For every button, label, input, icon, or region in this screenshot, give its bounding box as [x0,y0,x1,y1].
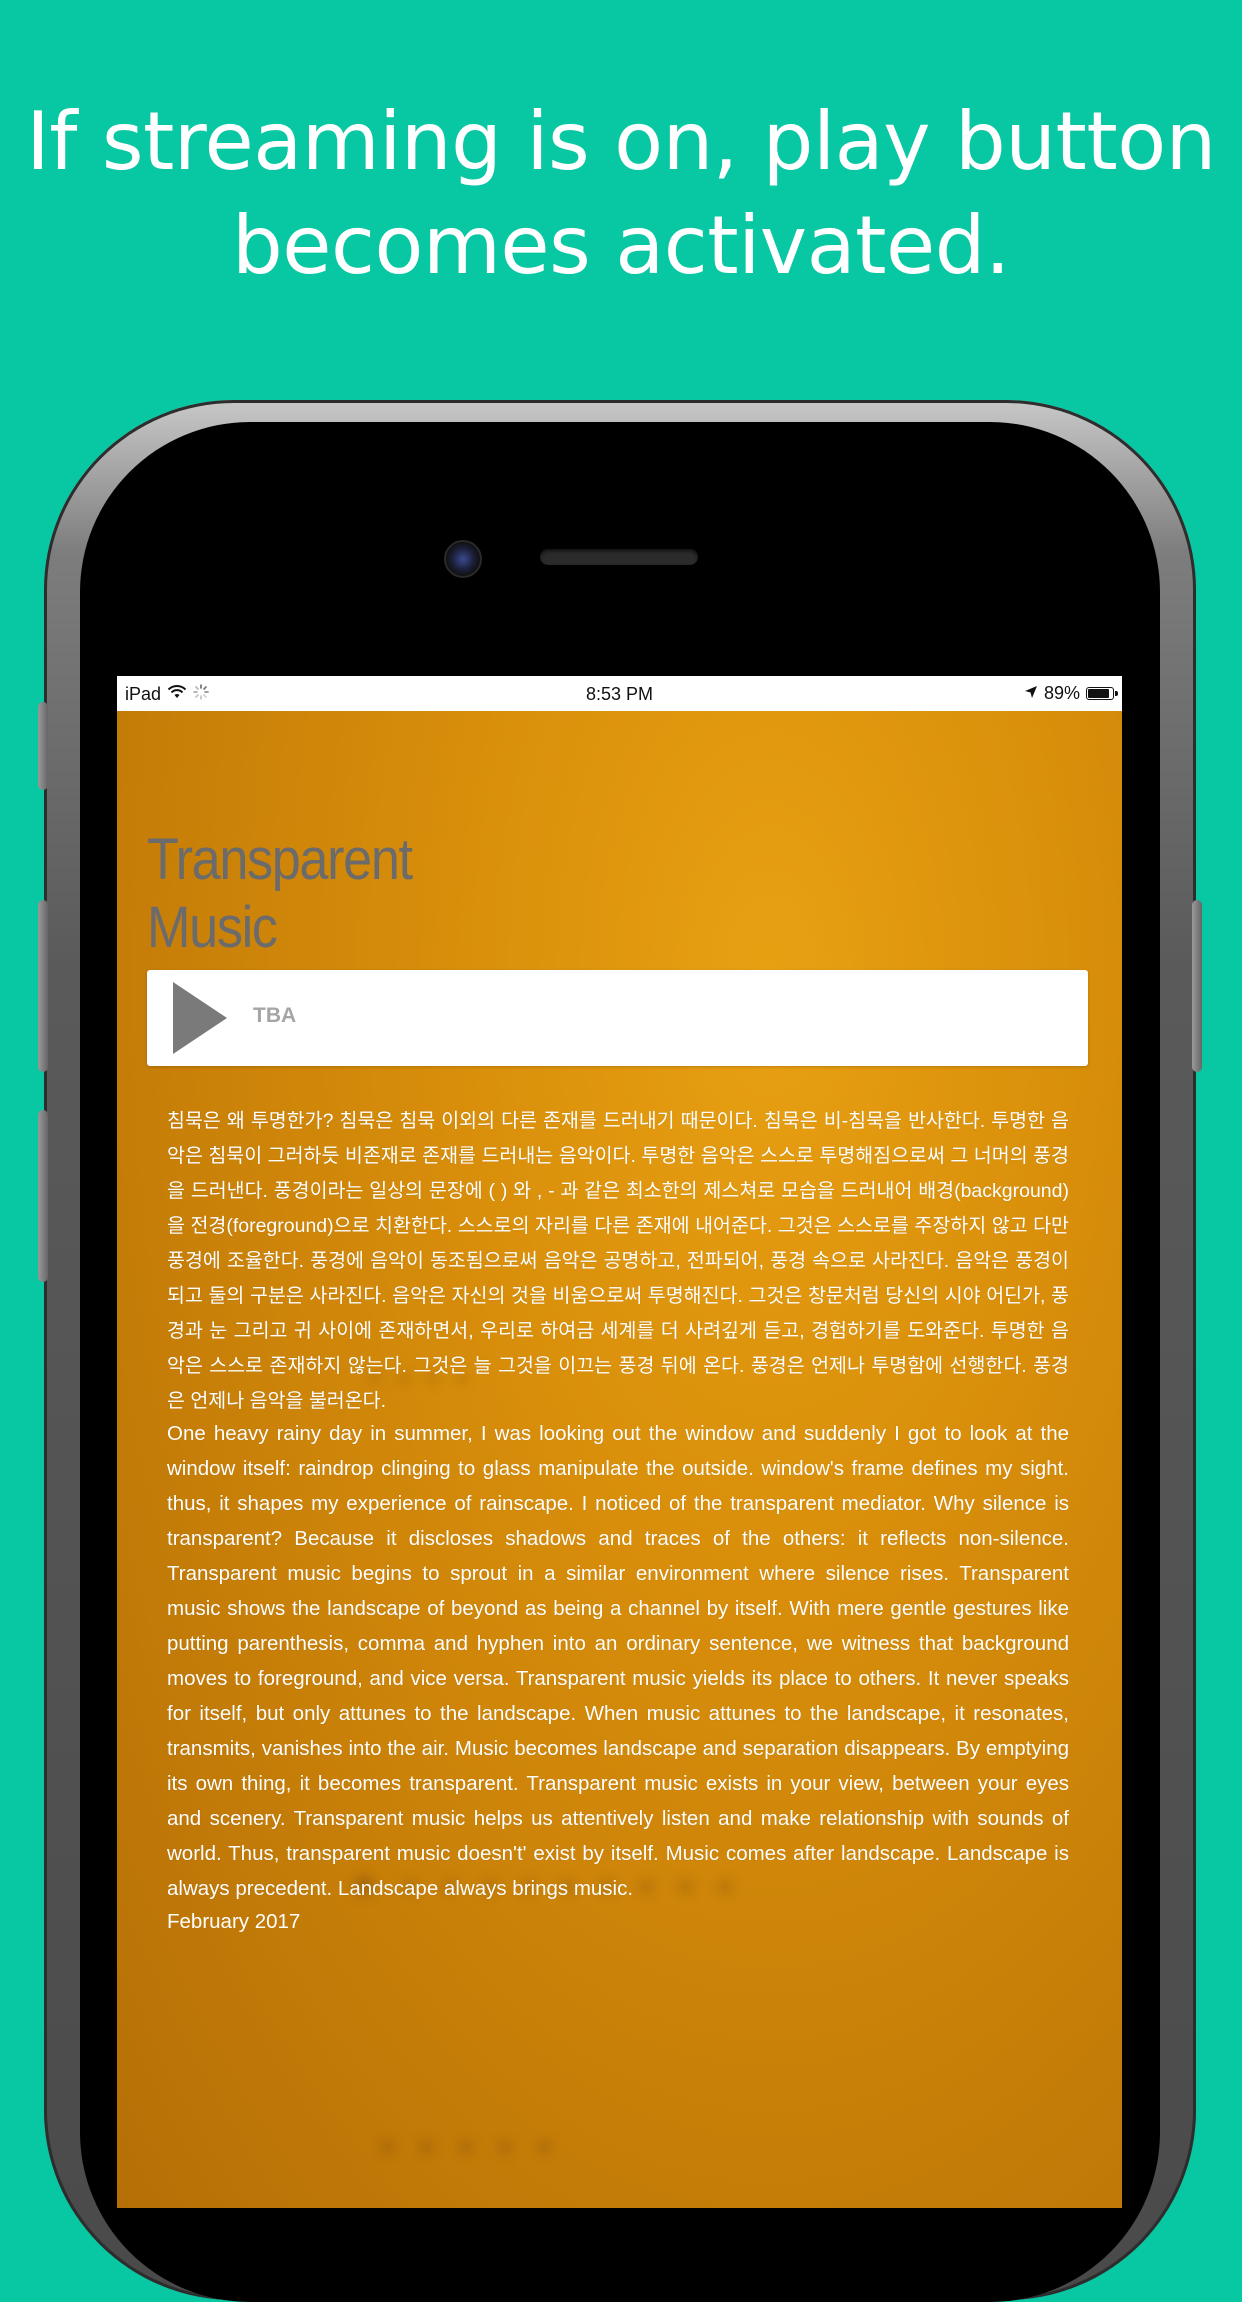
track-label: TBA [253,1004,297,1027]
marketing-headline: If streaming is on, play button becomes … [0,90,1242,298]
earpiece-speaker [540,549,698,565]
play-button[interactable] [171,980,229,1056]
app-title-line-1: Transparent [147,827,413,892]
korean-description: 침묵은 왜 투명한가? 침묵은 침묵 이외의 다른 존재를 드러내기 때문이다.… [167,1110,1069,1412]
battery-tip [1115,691,1118,696]
volume-down-button [38,1110,48,1282]
headline-line-2: becomes activated. [232,199,1010,292]
status-bar: iPad 8:53 PM 89% [117,676,1122,711]
audio-player-bar: TBA [147,970,1088,1066]
mute-switch [38,702,48,790]
background-blur-decoration: · · · · · [377,2116,555,2179]
power-button [1192,900,1202,1072]
device-screen: · · · · • · · · · · · · · · · · · · · iP… [117,676,1122,2208]
front-camera [444,540,482,578]
volume-up-button [38,900,48,1072]
headline-line-1: If streaming is on, play button [26,95,1216,188]
english-description: One heavy rainy day in summer, I was loo… [167,1422,1069,1900]
battery-icon [1086,687,1118,700]
publish-date: February 2017 [167,1910,301,1933]
location-arrow-icon [1024,683,1038,704]
app-title-line-2: Music [147,895,278,960]
app-title: Transparent Music [147,826,413,962]
battery-fill [1088,689,1110,698]
battery-percent: 89% [1043,683,1080,703]
status-right: 89% [1024,683,1118,704]
status-time: 8:53 PM [585,684,654,704]
play-icon[interactable] [171,980,229,1056]
